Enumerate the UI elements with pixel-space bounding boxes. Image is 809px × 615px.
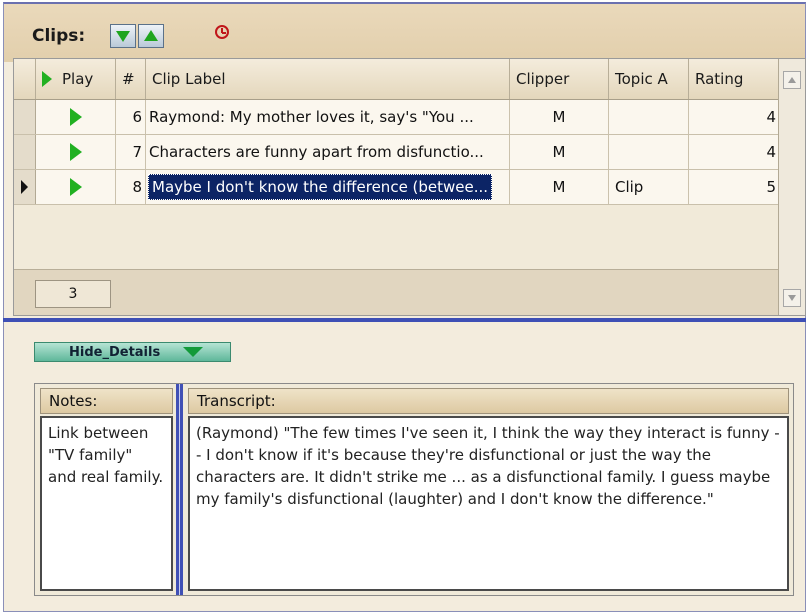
row-topic[interactable]: Clip [609, 170, 689, 204]
grid-header: Play # Clip Label Clipper Topic A Rating [14, 59, 781, 100]
row-num: 8 [116, 170, 146, 204]
splitter-bar[interactable] [3, 318, 806, 322]
play-icon[interactable] [69, 108, 82, 126]
row-clip-label-cell[interactable]: Maybe I don't know the difference (betwe… [146, 170, 510, 204]
header-play-label: Play [62, 70, 94, 88]
hide-details-label: Hide_Details [69, 344, 161, 360]
play-icon[interactable] [69, 143, 82, 161]
play-cell[interactable] [36, 135, 116, 169]
details-panel: Notes: Link between "TV family" and real… [34, 383, 794, 596]
row-clip-label[interactable]: Characters are funny apart from disfunct… [146, 135, 510, 169]
row-topic[interactable] [609, 135, 689, 169]
scroll-down-button[interactable] [783, 289, 801, 307]
row-clipper[interactable]: M [510, 135, 609, 169]
row-clipper[interactable]: M [510, 170, 609, 204]
transcript-header: Transcript: [188, 388, 789, 414]
row-num: 6 [116, 100, 146, 134]
details-splitter[interactable] [176, 384, 183, 595]
row-clip-label[interactable]: Raymond: My mother loves it, say's "You … [146, 100, 510, 134]
header-clipper[interactable]: Clipper [510, 59, 609, 99]
clips-toolbar: Clips: [4, 4, 805, 62]
row-topic[interactable] [609, 100, 689, 134]
clock-icon[interactable] [215, 25, 229, 39]
vertical-scrollbar[interactable] [778, 59, 805, 315]
green-down-arrow-icon [116, 31, 130, 42]
row-selector[interactable] [14, 100, 36, 134]
row-selector[interactable] [14, 135, 36, 169]
clips-grid: Play # Clip Label Clipper Topic A Rating… [13, 58, 806, 316]
header-rating[interactable]: Rating [689, 59, 781, 99]
header-clip-label[interactable]: Clip Label [146, 59, 510, 99]
play-icon[interactable] [69, 178, 82, 196]
clips-label: Clips: [32, 26, 86, 46]
green-up-arrow-icon [144, 30, 158, 41]
header-play[interactable]: Play [36, 59, 116, 99]
notes-field[interactable]: Link between "TV family" and real family… [40, 416, 173, 591]
transcript-field[interactable]: (Raymond) "The few times I've seen it, I… [188, 416, 789, 591]
header-selector [14, 59, 36, 99]
scroll-down-icon [788, 295, 796, 301]
play-header-icon [42, 71, 52, 87]
header-num[interactable]: # [116, 59, 146, 99]
hide-details-button[interactable]: Hide_Details [34, 342, 231, 362]
table-row-selected[interactable]: 8 Maybe I don't know the difference (bet… [14, 170, 781, 205]
move-down-button[interactable] [110, 24, 136, 48]
table-row[interactable]: 7 Characters are funny apart from disfun… [14, 135, 781, 170]
play-cell[interactable] [36, 170, 116, 204]
row-clip-label[interactable]: Maybe I don't know the difference (betwe… [148, 174, 493, 200]
row-clipper[interactable]: M [510, 100, 609, 134]
row-rating[interactable]: 4 [689, 135, 781, 169]
row-num: 7 [116, 135, 146, 169]
row-rating[interactable]: 5 [689, 170, 781, 204]
scroll-up-icon [788, 77, 796, 83]
notes-header: Notes: [40, 388, 173, 414]
current-row-pointer-icon [21, 180, 28, 194]
record-count: 3 [35, 280, 111, 308]
scroll-up-button[interactable] [783, 71, 801, 89]
play-cell[interactable] [36, 100, 116, 134]
row-selector[interactable] [14, 170, 36, 204]
move-up-button[interactable] [138, 24, 164, 48]
row-rating[interactable]: 4 [689, 100, 781, 134]
grid-footer: 3 [14, 269, 779, 315]
table-row[interactable]: 6 Raymond: My mother loves it, say's "Yo… [14, 100, 781, 135]
green-down-arrow-icon [183, 347, 204, 357]
header-topic[interactable]: Topic A [609, 59, 689, 99]
